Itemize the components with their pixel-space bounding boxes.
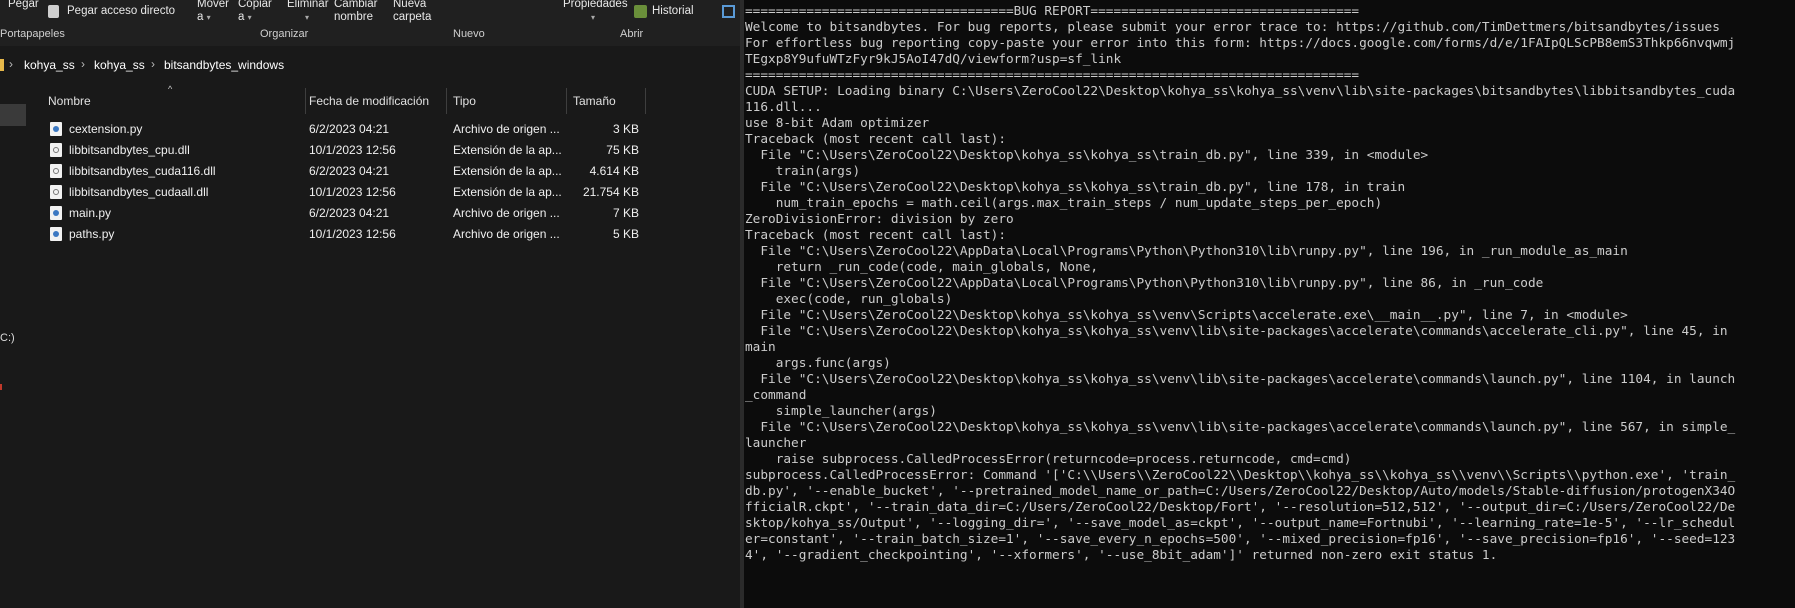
copy-to-button[interactable]: Copiar a ▾: [238, 0, 272, 24]
ribbon: Pegar Pegar acceso directo Mover a ▾ Copi…: [0, 0, 744, 46]
file-row[interactable]: paths.py 10/1/2023 12:56 Archivo de origen…: [36, 224, 656, 245]
drive-marker: [0, 384, 2, 390]
file-explorer-window: Pegar Pegar acceso directo Mover a ▾ Copi…: [0, 0, 744, 608]
file-date: 6/2/2023 04:21: [309, 122, 390, 136]
file-size: 75 KB: [606, 143, 639, 157]
file-type: Extensión de la ap...: [453, 143, 561, 157]
file-type: Archivo de origen ...: [453, 227, 560, 241]
history-button[interactable]: Historial: [652, 5, 694, 18]
select-all-icon[interactable]: [722, 5, 735, 18]
organize-group-label: Organizar: [260, 28, 309, 40]
console-output: ===================================BUG R…: [745, 4, 1736, 563]
file-row[interactable]: libbitsandbytes_cpu.dll 10/1/2023 12:56 Ex…: [36, 140, 656, 161]
column-header-name[interactable]: Nombre: [48, 94, 91, 108]
console-window[interactable]: ===================================BUG R…: [744, 0, 1795, 608]
properties-button[interactable]: Propiedades ▾: [563, 0, 628, 24]
dll-file-icon: [50, 185, 62, 199]
column-headers: Nombre Fecha de modificación Tipo Tamaño: [36, 88, 656, 114]
breadcrumb-item[interactable]: kohya_ss: [24, 58, 75, 72]
file-size: 21.754 KB: [582, 185, 639, 199]
file-size: 3 KB: [612, 122, 639, 136]
file-name: paths.py: [69, 227, 115, 241]
file-type: Extensión de la ap...: [453, 185, 561, 199]
new-folder-button[interactable]: Nueva carpeta: [393, 0, 431, 24]
column-header-date[interactable]: Fecha de modificación: [309, 94, 429, 108]
file-row[interactable]: main.py 6/2/2023 04:21 Archivo de origen .…: [36, 203, 656, 224]
paste-button[interactable]: Pegar: [8, 0, 39, 11]
delete-button[interactable]: Eliminar ▾: [287, 0, 329, 24]
column-divider[interactable]: [446, 88, 447, 114]
file-name: cextension.py: [69, 122, 143, 136]
clipboard-group-label: Portapapeles: [0, 28, 65, 40]
open-group-label: Abrir: [620, 28, 644, 40]
file-name: libbitsandbytes_cudaall.dll: [69, 185, 209, 199]
dll-file-icon: [50, 143, 62, 157]
file-row[interactable]: cextension.py 6/2/2023 04:21 Archivo de or…: [36, 119, 656, 140]
python-file-icon: [50, 122, 62, 136]
chevron-right-icon: ›: [151, 57, 155, 71]
column-divider[interactable]: [645, 88, 646, 114]
breadcrumb-item[interactable]: kohya_ss: [94, 58, 145, 72]
new-group-label: Nuevo: [453, 28, 485, 40]
file-date: 6/2/2023 04:21: [309, 206, 390, 220]
file-name: libbitsandbytes_cpu.dll: [69, 143, 190, 157]
python-file-icon: [50, 206, 62, 220]
chevron-right-icon: ›: [9, 57, 13, 71]
file-type: Archivo de origen ...: [453, 206, 560, 220]
move-to-button[interactable]: Mover a ▾: [197, 0, 229, 24]
paste-shortcut-icon: [48, 5, 59, 18]
navigation-selected-item[interactable]: [0, 104, 26, 126]
history-icon: [634, 5, 647, 18]
file-type: Extensión de la ap...: [453, 164, 561, 178]
column-header-size[interactable]: Tamaño: [573, 94, 616, 108]
address-bar[interactable]: › kohya_ss › kohya_ss › bitsandbytes_win…: [0, 51, 744, 79]
file-type: Archivo de origen ...: [453, 122, 560, 136]
file-size: 5 KB: [612, 227, 639, 241]
paste-shortcut-button[interactable]: Pegar acceso directo: [67, 5, 175, 18]
file-row[interactable]: libbitsandbytes_cudaall.dll 10/1/2023 12:…: [36, 182, 656, 203]
file-size: 7 KB: [612, 206, 639, 220]
column-header-type[interactable]: Tipo: [453, 94, 476, 108]
python-file-icon: [50, 227, 62, 241]
drive-label[interactable]: C:): [0, 332, 15, 344]
breadcrumb-item[interactable]: bitsandbytes_windows: [164, 58, 284, 72]
file-date: 10/1/2023 12:56: [309, 185, 396, 199]
file-date: 6/2/2023 04:21: [309, 164, 390, 178]
column-divider[interactable]: [305, 88, 306, 114]
dll-file-icon: [50, 164, 62, 178]
file-date: 10/1/2023 12:56: [309, 227, 396, 241]
file-date: 10/1/2023 12:56: [309, 143, 396, 157]
rename-button[interactable]: Cambiar nombre: [334, 0, 377, 24]
file-name: main.py: [69, 206, 112, 220]
file-size: 4.614 KB: [589, 164, 639, 178]
folder-icon: [0, 59, 4, 71]
file-row[interactable]: libbitsandbytes_cuda116.dll 6/2/2023 04:2…: [36, 161, 656, 182]
file-name: libbitsandbytes_cuda116.dll: [69, 164, 216, 178]
column-divider[interactable]: [566, 88, 567, 114]
navigation-pane: [0, 90, 26, 608]
chevron-right-icon: ›: [81, 57, 85, 71]
